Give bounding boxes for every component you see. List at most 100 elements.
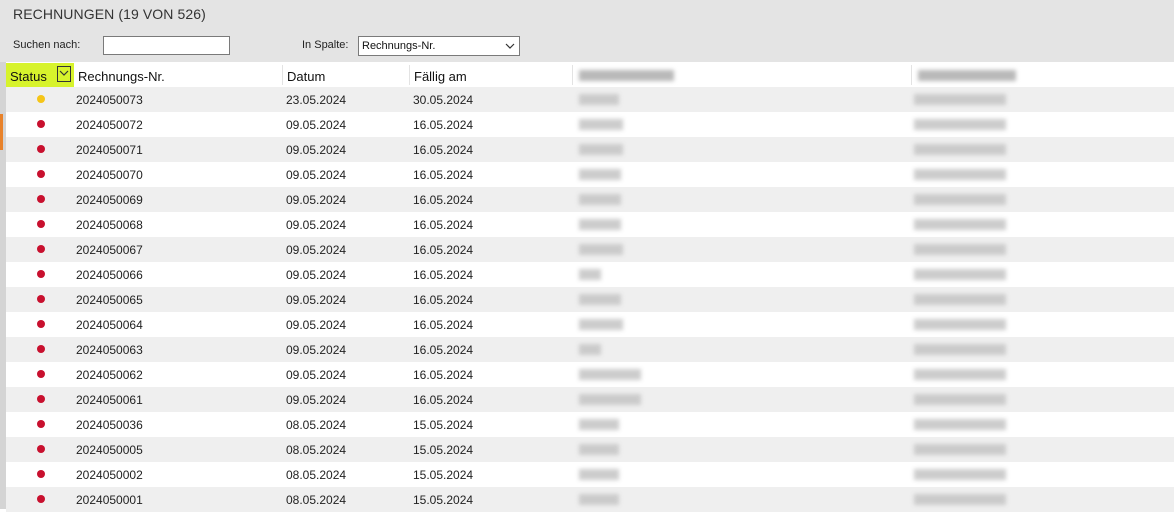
redacted-column-header[interactable] (579, 70, 674, 81)
redacted-cell (579, 344, 601, 355)
table-row[interactable]: 2024050067 09.05.2024 16.05.2024 (6, 237, 1174, 262)
column-separator (911, 65, 912, 85)
date-cell: 09.05.2024 (286, 143, 347, 157)
date-cell: 08.05.2024 (286, 468, 347, 482)
column-separator (572, 65, 573, 85)
table-row[interactable]: 2024050002 08.05.2024 15.05.2024 (6, 462, 1174, 487)
table-row[interactable]: 2024050065 09.05.2024 16.05.2024 (6, 287, 1174, 312)
redacted-cell (579, 144, 623, 155)
redacted-cell (579, 294, 621, 305)
invoice-number-cell: 2024050063 (76, 343, 143, 357)
redacted-cell (914, 119, 1006, 130)
invoice-number-cell: 2024050064 (76, 318, 143, 332)
redacted-cell (579, 194, 621, 205)
invoice-number-cell: 2024050005 (76, 443, 143, 457)
due-date-cell: 15.05.2024 (413, 468, 474, 482)
redacted-cell (914, 144, 1006, 155)
invoice-number-cell: 2024050067 (76, 243, 143, 257)
table-row[interactable]: 2024050061 09.05.2024 16.05.2024 (6, 387, 1174, 412)
status-filter-button[interactable] (57, 66, 71, 82)
date-cell: 23.05.2024 (286, 93, 347, 107)
redacted-cell (914, 469, 1006, 480)
window-title: RECHNUNGEN (19 VON 526) (13, 6, 206, 22)
invoice-number-cell: 2024050069 (76, 193, 143, 207)
redacted-cell (579, 169, 621, 180)
status-dot-icon (37, 95, 45, 103)
redacted-cell (579, 369, 641, 380)
due-date-cell: 16.05.2024 (413, 393, 474, 407)
chevron-down-icon (59, 70, 69, 76)
due-date-cell: 15.05.2024 (413, 443, 474, 457)
status-dot-icon (37, 245, 45, 253)
status-dot-icon (37, 145, 45, 153)
table-row[interactable]: 2024050066 09.05.2024 16.05.2024 (6, 262, 1174, 287)
due-date-cell: 16.05.2024 (413, 268, 474, 282)
date-cell: 09.05.2024 (286, 243, 347, 257)
left-strip-accent (0, 114, 3, 150)
due-date-cell: 16.05.2024 (413, 143, 474, 157)
redacted-cell (914, 444, 1006, 455)
toolbar-header: RECHNUNGEN (19 VON 526) Suchen nach: In … (0, 0, 1174, 62)
redacted-cell (914, 394, 1006, 405)
invoice-table-body: 2024050073 23.05.2024 30.05.2024 2024050072… (6, 87, 1174, 512)
redacted-cell (914, 294, 1006, 305)
status-dot-icon (37, 495, 45, 503)
due-date-cell: 16.05.2024 (413, 193, 474, 207)
column-label: In Spalte: (302, 39, 349, 51)
date-cell: 09.05.2024 (286, 168, 347, 182)
invoice-number-cell: 2024050070 (76, 168, 143, 182)
redacted-cell (579, 394, 641, 405)
status-dot-icon (37, 270, 45, 278)
table-row[interactable]: 2024050005 08.05.2024 15.05.2024 (6, 437, 1174, 462)
redacted-cell (579, 269, 601, 280)
column-header-status[interactable]: Status (6, 63, 74, 87)
due-date-cell: 16.05.2024 (413, 243, 474, 257)
table-header: Status Rechnungs-Nr. Datum Fällig am (6, 63, 1112, 87)
table-row[interactable]: 2024050036 08.05.2024 15.05.2024 (6, 412, 1174, 437)
invoice-number-cell: 2024050068 (76, 218, 143, 232)
table-row[interactable]: 2024050001 08.05.2024 15.05.2024 (6, 487, 1174, 512)
column-header-faellig[interactable]: Fällig am (414, 69, 467, 84)
column-header-nr[interactable]: Rechnungs-Nr. (78, 69, 165, 84)
redacted-cell (914, 94, 1006, 105)
due-date-cell: 15.05.2024 (413, 493, 474, 507)
column-header-datum[interactable]: Datum (287, 69, 325, 84)
redacted-cell (914, 169, 1006, 180)
status-dot-icon (37, 370, 45, 378)
redacted-cell (914, 219, 1006, 230)
status-dot-icon (37, 395, 45, 403)
invoice-number-cell: 2024050072 (76, 118, 143, 132)
table-row[interactable]: 2024050071 09.05.2024 16.05.2024 (6, 137, 1174, 162)
date-cell: 09.05.2024 (286, 268, 347, 282)
invoice-number-cell: 2024050073 (76, 93, 143, 107)
redacted-cell (579, 119, 623, 130)
due-date-cell: 30.05.2024 (413, 93, 474, 107)
redacted-cell (914, 244, 1006, 255)
status-dot-icon (37, 120, 45, 128)
date-cell: 09.05.2024 (286, 218, 347, 232)
date-cell: 09.05.2024 (286, 118, 347, 132)
table-row[interactable]: 2024050072 09.05.2024 16.05.2024 (6, 112, 1174, 137)
redacted-column-header[interactable] (918, 70, 1016, 81)
due-date-cell: 16.05.2024 (413, 368, 474, 382)
due-date-cell: 16.05.2024 (413, 118, 474, 132)
due-date-cell: 16.05.2024 (413, 293, 474, 307)
table-row[interactable]: 2024050064 09.05.2024 16.05.2024 (6, 312, 1174, 337)
table-row[interactable]: 2024050062 09.05.2024 16.05.2024 (6, 362, 1174, 387)
redacted-cell (579, 444, 619, 455)
date-cell: 09.05.2024 (286, 393, 347, 407)
status-dot-icon (37, 295, 45, 303)
table-row[interactable]: 2024050068 09.05.2024 16.05.2024 (6, 212, 1174, 237)
table-row[interactable]: 2024050070 09.05.2024 16.05.2024 (6, 162, 1174, 187)
date-cell: 08.05.2024 (286, 443, 347, 457)
date-cell: 09.05.2024 (286, 318, 347, 332)
status-dot-icon (37, 320, 45, 328)
redacted-cell (914, 344, 1006, 355)
table-row[interactable]: 2024050063 09.05.2024 16.05.2024 (6, 337, 1174, 362)
search-input[interactable] (103, 36, 230, 55)
redacted-cell (914, 369, 1006, 380)
table-row[interactable]: 2024050069 09.05.2024 16.05.2024 (6, 187, 1174, 212)
table-row[interactable]: 2024050073 23.05.2024 30.05.2024 (6, 87, 1174, 112)
status-dot-icon (37, 445, 45, 453)
column-select[interactable]: Rechnungs-Nr. (358, 36, 520, 56)
